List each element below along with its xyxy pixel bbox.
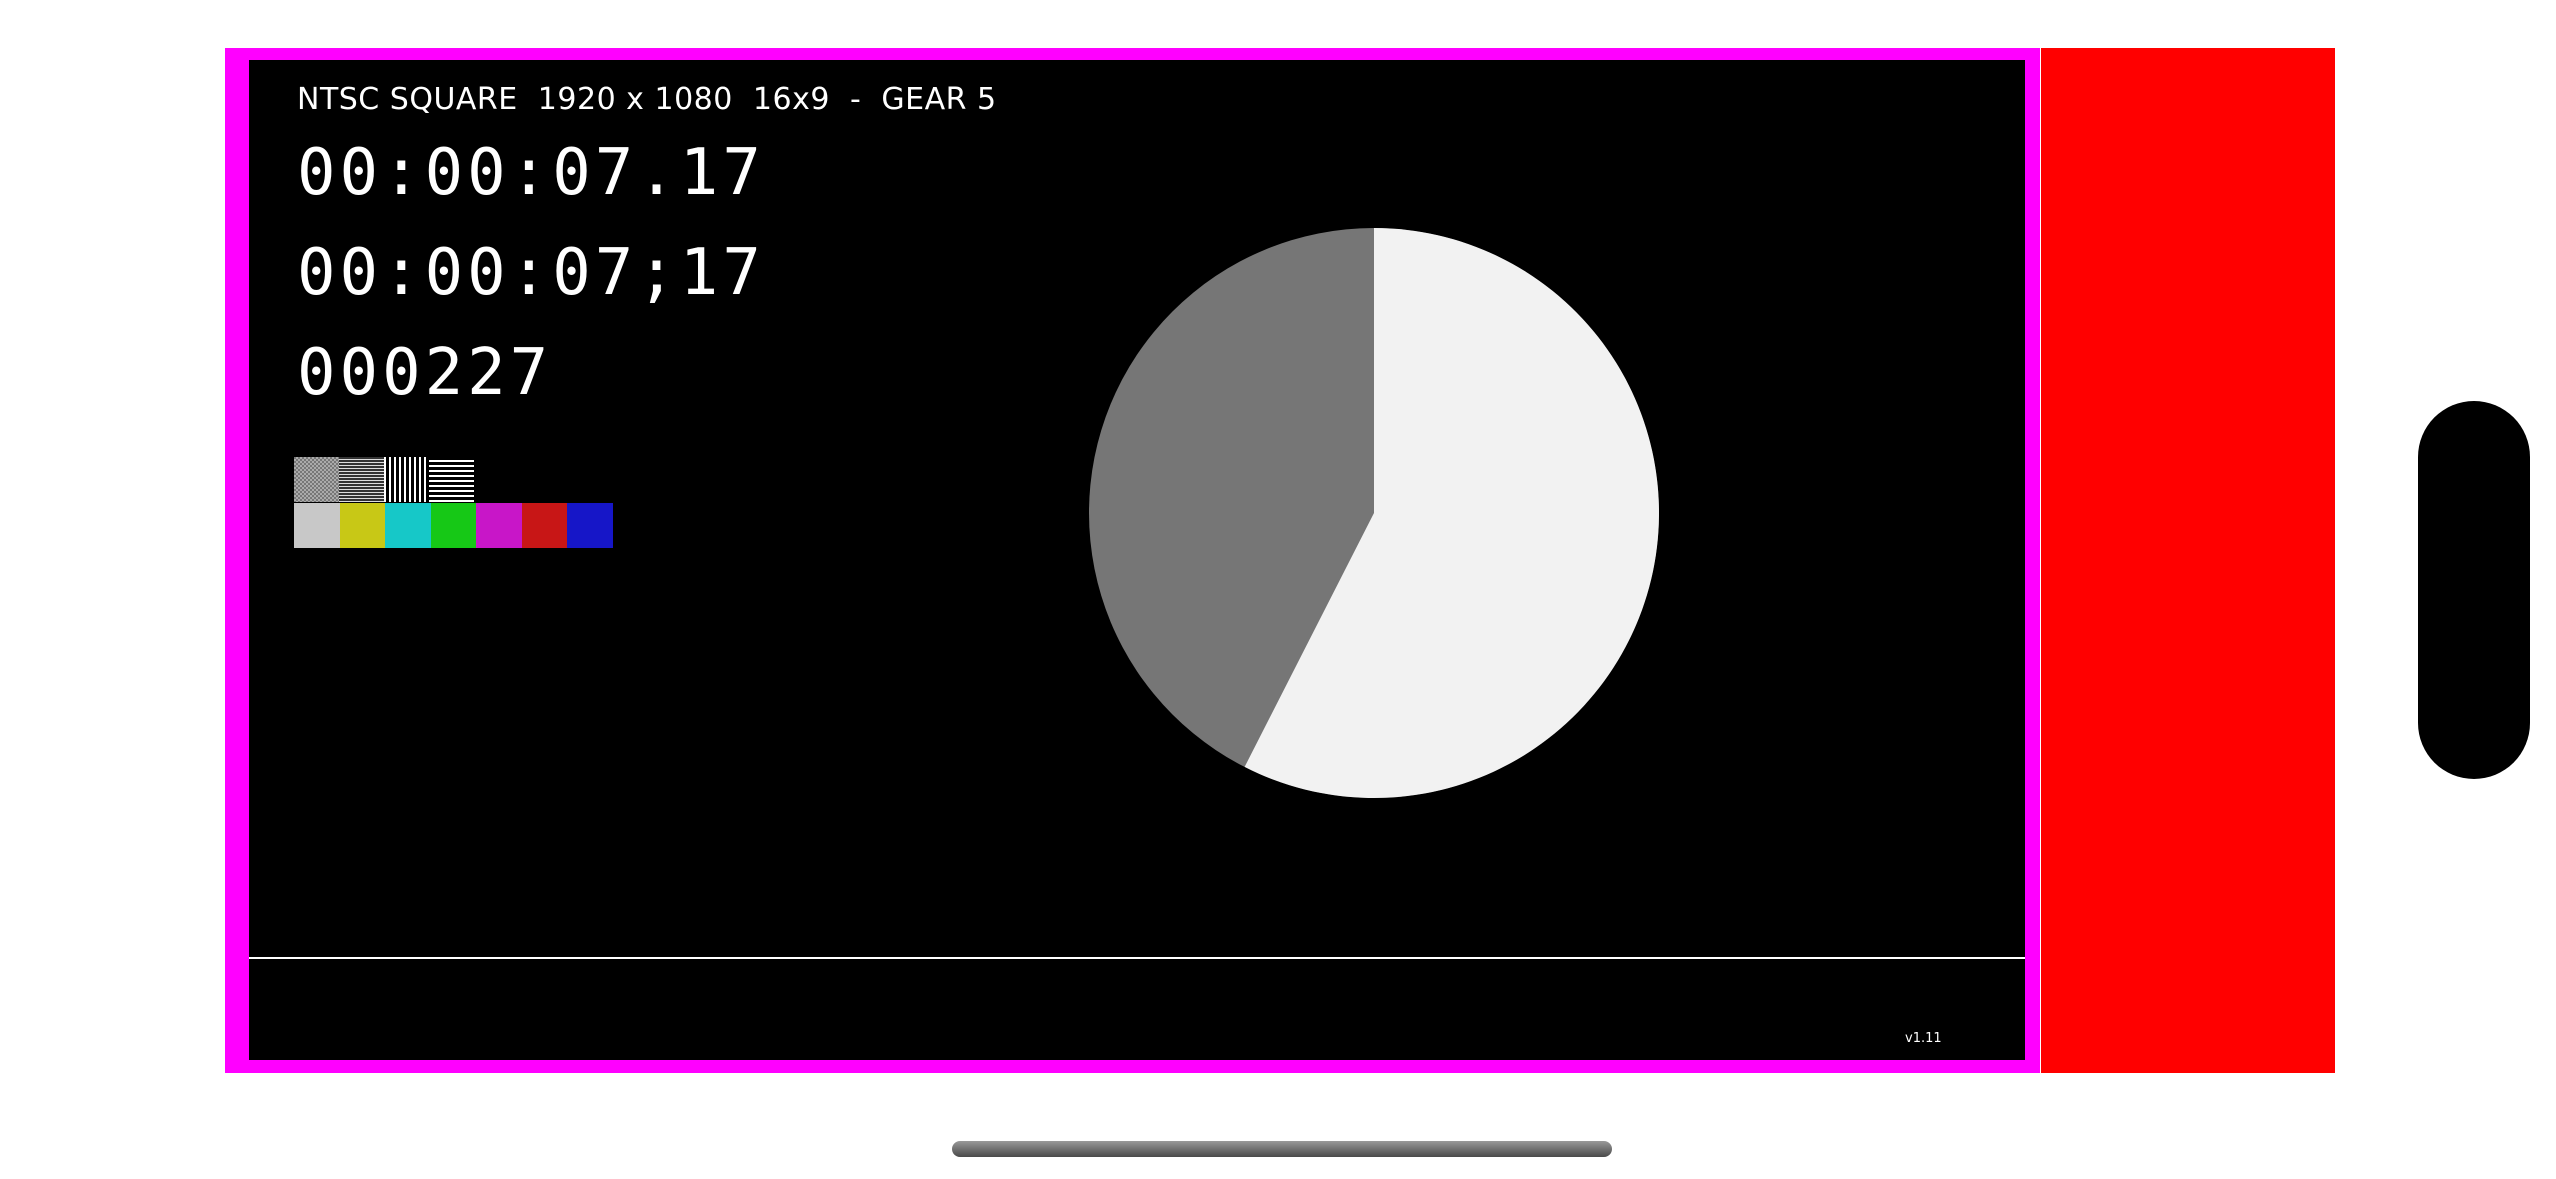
app-stage: NTSC SQUARE 1920 x 1080 16x9 - GEAR 5 00… [0,0,2556,1179]
color-bar-4 [430,503,476,548]
progress-pie [1089,228,1659,798]
color-bar-3 [385,503,431,548]
timecode-dot: 00:00:07.17 [297,136,765,210]
color-bar-7 [567,503,613,548]
frame-counter: 000227 [297,336,553,410]
horizontal-lines-pattern [429,457,474,502]
test-pattern-row [294,457,474,502]
home-indicator[interactable] [952,1141,1612,1157]
version-label: v1.11 [1905,1031,1942,1046]
color-bars [294,503,613,548]
color-bar-2 [339,503,385,548]
color-bar-5 [476,503,522,548]
color-bar-6 [521,503,567,548]
side-handle[interactable] [2418,401,2530,779]
horizontal-fine-lines-pattern [339,457,384,502]
checkerboard-pattern [294,457,339,502]
divider-line [249,957,2025,959]
video-frame-border: NTSC SQUARE 1920 x 1080 16x9 - GEAR 5 00… [225,48,2040,1073]
vertical-lines-pattern [384,457,429,502]
format-title: NTSC SQUARE 1920 x 1080 16x9 - GEAR 5 [297,82,997,117]
timecode-semicolon: 00:00:07;17 [297,236,765,310]
video-screen[interactable]: NTSC SQUARE 1920 x 1080 16x9 - GEAR 5 00… [249,60,2025,1060]
color-bar-1 [294,503,340,548]
side-red-bar [2041,48,2335,1073]
